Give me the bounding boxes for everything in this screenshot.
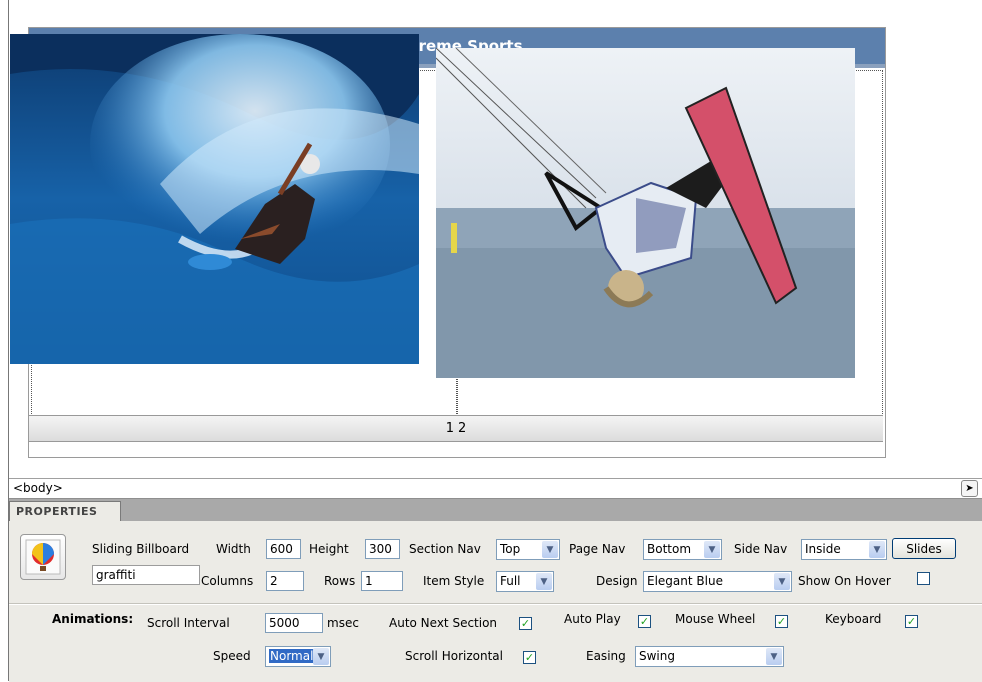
chevron-down-icon: ▼: [542, 541, 558, 558]
chevron-down-icon: ▼: [774, 573, 790, 590]
scroll-interval-input[interactable]: 5000: [265, 613, 323, 633]
speed-select[interactable]: Normal ▼: [265, 646, 331, 667]
auto-next-section-checkbox[interactable]: ✓: [519, 617, 532, 630]
mouse-wheel-label: Mouse Wheel: [675, 612, 756, 626]
auto-play-checkbox[interactable]: ✓: [638, 615, 651, 628]
page-link-2[interactable]: 2: [458, 421, 466, 436]
item-style-select[interactable]: Full ▼: [496, 571, 554, 592]
easing-value: Swing: [639, 649, 675, 663]
keyboard-label: Keyboard: [825, 612, 882, 626]
billboard-page-nav: 1 2: [29, 415, 883, 442]
chevron-down-icon: ▼: [869, 541, 885, 558]
panel-tab-bar: PROPERTIES: [9, 499, 982, 521]
mouse-wheel-checkbox[interactable]: ✓: [775, 615, 788, 628]
show-on-hover-checkbox[interactable]: [917, 572, 930, 585]
height-label: Height: [309, 542, 349, 556]
slides-button[interactable]: Slides: [892, 538, 956, 559]
kiteboarder-photo: [436, 48, 855, 378]
width-label: Width: [216, 542, 251, 556]
side-nav-value: Inside: [805, 542, 841, 556]
keyboard-checkbox[interactable]: ✓: [905, 615, 918, 628]
show-on-hover-label: Show On Hover: [798, 574, 891, 588]
select-tool-icon[interactable]: ➤: [961, 480, 978, 497]
design-value: Elegant Blue: [647, 574, 723, 588]
page-nav-value: Bottom: [647, 542, 692, 556]
page-nav-select[interactable]: Bottom ▼: [643, 539, 722, 560]
chevron-down-icon: ▼: [766, 648, 782, 665]
rows-label: Rows: [324, 574, 356, 588]
design-select[interactable]: Elegant Blue ▼: [643, 571, 792, 592]
easing-label: Easing: [586, 649, 626, 663]
page-nav-label: Page Nav: [569, 542, 626, 556]
auto-next-section-label: Auto Next Section: [389, 616, 498, 630]
easing-select[interactable]: Swing ▼: [635, 646, 784, 667]
rows-input[interactable]: 1: [361, 571, 403, 591]
item-style-value: Full: [500, 574, 521, 588]
width-input[interactable]: 600: [266, 539, 301, 559]
side-nav-label: Side Nav: [734, 542, 788, 556]
surfer-photo: [10, 34, 419, 364]
page-link-1[interactable]: 1: [446, 421, 454, 436]
panel-divider-highlight: [9, 604, 982, 605]
instance-name-input[interactable]: graffiti: [92, 565, 200, 585]
speed-value: Normal: [269, 649, 315, 663]
item-style-label: Item Style: [423, 574, 485, 588]
widget-name-label: Sliding Billboard: [92, 542, 190, 556]
columns-input[interactable]: 2: [266, 571, 304, 591]
hot-air-balloon-icon: [20, 534, 66, 580]
speed-label: Speed: [213, 649, 251, 663]
properties-panel: PROPERTIES Sliding Billboard Width 600 H…: [9, 498, 982, 682]
design-label: Design: [596, 574, 638, 588]
section-nav-label: Section Nav: [409, 542, 481, 556]
height-input[interactable]: 300: [365, 539, 400, 559]
tag-selector-bar: <body> ➤: [9, 478, 982, 499]
body-tag[interactable]: <body>: [13, 481, 63, 495]
side-nav-select[interactable]: Inside ▼: [801, 539, 887, 560]
animations-heading: Animations:: [52, 612, 134, 626]
chevron-down-icon: ▼: [313, 648, 329, 665]
chevron-down-icon: ▼: [704, 541, 720, 558]
scroll-interval-unit: msec: [327, 616, 359, 630]
tab-properties[interactable]: PROPERTIES: [9, 501, 121, 521]
section-nav-select[interactable]: Top ▼: [496, 539, 560, 560]
scroll-horizontal-label: Scroll Horizontal: [405, 649, 503, 663]
chevron-down-icon: ▼: [536, 573, 552, 590]
scroll-horizontal-checkbox[interactable]: ✓: [523, 651, 536, 664]
section-nav-value: Top: [500, 542, 521, 556]
scroll-interval-label: Scroll Interval: [147, 616, 230, 630]
auto-play-label: Auto Play: [564, 612, 621, 626]
columns-label: Columns: [201, 574, 254, 588]
